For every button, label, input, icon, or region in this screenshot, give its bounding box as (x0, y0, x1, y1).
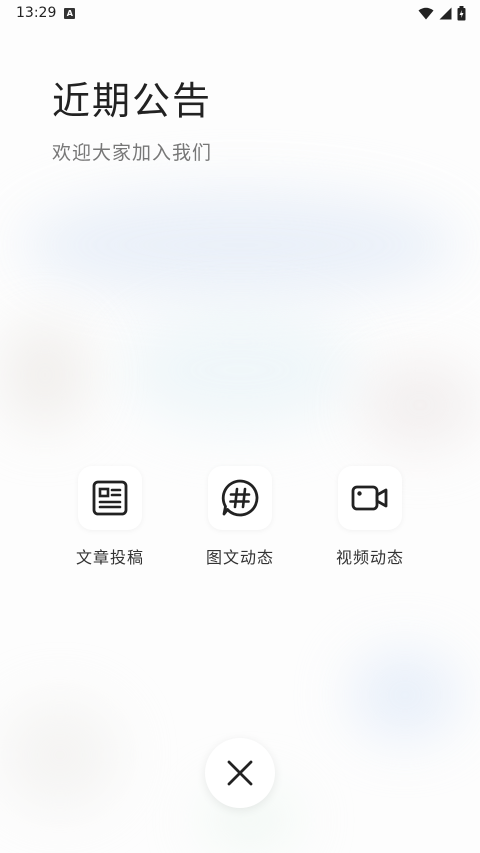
video-post-label: 视频动态 (335, 548, 404, 567)
image-text-post-button[interactable]: 图文动态 (175, 466, 305, 568)
status-left: 13:29 A (16, 5, 76, 21)
backdrop-blur (20, 190, 460, 300)
article-submit-button[interactable]: 文章投稿 (45, 466, 175, 568)
page-title: 近期公告 (52, 79, 213, 123)
status-time: 13:29 (16, 5, 57, 21)
status-bar: 13:29 A (0, 0, 480, 26)
backdrop-blur (0, 700, 120, 810)
article-icon-tile[interactable] (78, 466, 142, 530)
video-post-button[interactable]: 视频动态 (305, 466, 435, 568)
hashtag-chat-icon (221, 479, 259, 517)
backdrop-blur (120, 310, 360, 430)
notification-a-icon: A (64, 7, 76, 19)
screen: 13:29 A 近期公告 欢迎大家加入我们 文章投稿 图文动态 视频动态 (0, 0, 480, 853)
status-right (418, 5, 466, 21)
hashtag-icon-tile[interactable] (208, 466, 272, 530)
article-submit-label: 文章投稿 (75, 548, 144, 567)
battery-icon (457, 5, 466, 20)
publish-actions: 文章投稿 图文动态 视频动态 (45, 466, 435, 568)
page-subtitle: 欢迎大家加入我们 (52, 142, 213, 164)
wifi-icon (418, 7, 434, 19)
backdrop-blur (350, 650, 460, 740)
close-button[interactable] (205, 738, 275, 808)
backdrop-blur (0, 320, 90, 430)
image-text-post-label: 图文动态 (205, 548, 274, 567)
article-icon (92, 480, 128, 516)
close-icon (227, 760, 253, 786)
video-icon-tile[interactable] (338, 466, 402, 530)
video-camera-icon (351, 485, 388, 511)
backdrop-blur (360, 360, 480, 450)
signal-icon (439, 7, 452, 19)
